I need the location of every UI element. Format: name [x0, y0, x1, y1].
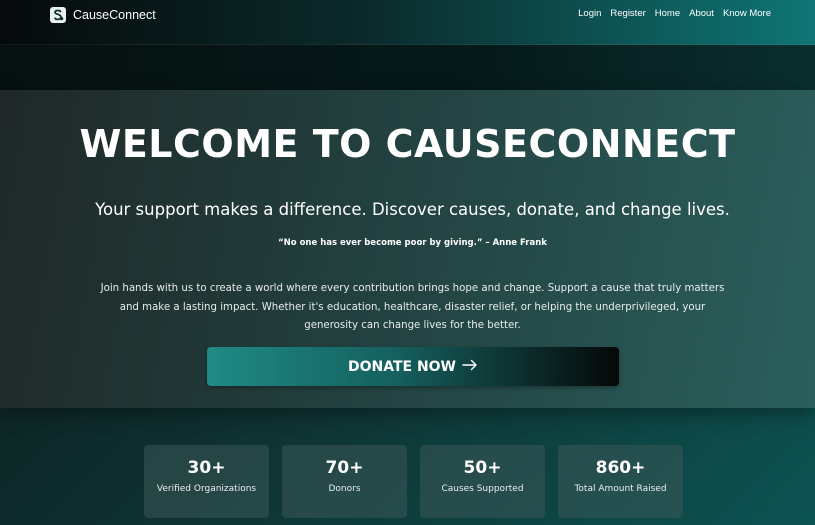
- donate-now-button[interactable]: DONATE NOW: [207, 347, 619, 386]
- stat-label: Causes Supported: [441, 484, 524, 494]
- hero-quote: “No one has ever become poor by giving.”…: [278, 238, 547, 248]
- nav-login-link[interactable]: Login: [578, 8, 601, 19]
- page: CauseConnect Login Register Home About K…: [0, 0, 815, 525]
- hero-description: Join hands with us to create a world whe…: [100, 283, 725, 331]
- stats-section: 30+ Verified Organizations 70+ Donors 50…: [144, 445, 683, 518]
- stat-value: 30+: [187, 458, 226, 478]
- navbar: CauseConnect Login Register Home About K…: [0, 0, 815, 45]
- header-band: [0, 45, 815, 90]
- brand-logo-icon: [50, 7, 66, 23]
- stat-card-causes: 50+ Causes Supported: [420, 445, 545, 518]
- nav-about-link[interactable]: About: [689, 8, 714, 19]
- hero-subtitle: Your support makes a difference. Discove…: [95, 200, 730, 219]
- nav-know-more-link[interactable]: Know More: [723, 8, 771, 19]
- stat-label: Verified Organizations: [156, 484, 257, 494]
- brand-name: CauseConnect: [73, 8, 156, 22]
- donate-now-label: DONATE NOW: [347, 358, 457, 375]
- stat-value: 50+: [463, 458, 502, 478]
- stat-label: Donors: [328, 484, 361, 494]
- stat-label: Total Amount Raised: [574, 484, 667, 494]
- stat-value: 860+: [595, 458, 646, 478]
- nav-home-link[interactable]: Home: [655, 8, 680, 19]
- brand[interactable]: CauseConnect: [50, 6, 156, 24]
- stat-value: 70+: [325, 458, 364, 478]
- stat-card-amount-raised: 860+ Total Amount Raised: [558, 445, 683, 518]
- hero-section: WELCOME TO CAUSECONNECT Your support mak…: [0, 90, 815, 408]
- nav-register-link[interactable]: Register: [610, 8, 645, 19]
- hero-title: WELCOME TO CAUSECONNECT: [79, 122, 736, 166]
- arrow-right-icon: [462, 359, 478, 375]
- nav-links: Login Register Home About Know More: [578, 8, 771, 19]
- stat-card-organizations: 30+ Verified Organizations: [144, 445, 269, 518]
- stat-card-donors: 70+ Donors: [282, 445, 407, 518]
